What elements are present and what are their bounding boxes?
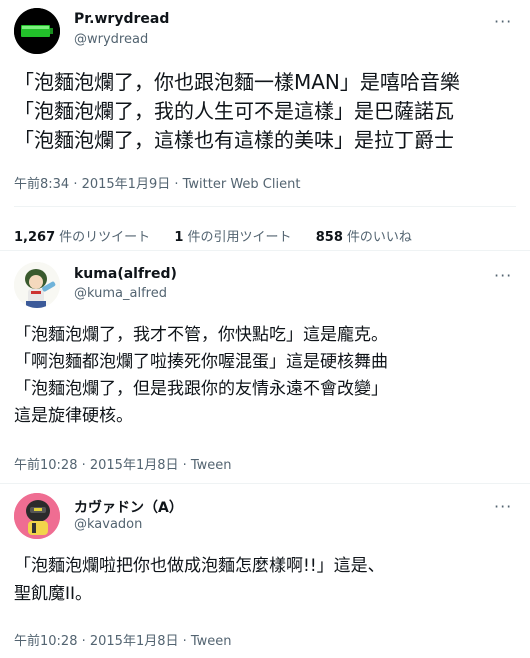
author-handle[interactable]: @kuma_alfred bbox=[74, 286, 167, 301]
divider bbox=[14, 206, 516, 207]
retweet-stat[interactable]: 1,267 件のリツイート bbox=[14, 230, 150, 245]
like-stat[interactable]: 858 件のいいね bbox=[316, 230, 412, 245]
divider bbox=[0, 483, 530, 484]
tweet-text-line: 「泡麵泡爛了，我的人生可不是這樣」是巴薩諾瓦 bbox=[14, 99, 454, 123]
author-name[interactable]: カヴァドン（A） bbox=[74, 497, 183, 517]
avatar-kavadon[interactable] bbox=[14, 493, 60, 539]
tweet-text-line: 「啊泡麵都泡爛了啦揍死你喔混蛋」這是硬核舞曲 bbox=[14, 352, 388, 372]
like-label: 件のいいね bbox=[346, 230, 412, 245]
tweet-text-line: 「泡麵泡爛了，我才不管，你快點吃」這是龐克。 bbox=[14, 325, 388, 345]
author-name[interactable]: kuma(alfred) bbox=[74, 266, 177, 282]
tweet-timestamp[interactable]: 午前8:34 · 2015年1月9日 · Twitter Web Client bbox=[14, 173, 300, 192]
tweet-text-line: 「泡麵泡爛了，你也跟泡麵一樣MAN」是嘻哈音樂 bbox=[14, 70, 460, 94]
tweet-text-line: 「泡麵泡爛了，這樣也有這樣的美味」是拉丁爵士 bbox=[14, 128, 454, 152]
divider bbox=[0, 250, 530, 251]
more-icon[interactable]: ··· bbox=[494, 497, 512, 516]
retweet-label: 件のリツイート bbox=[59, 230, 151, 245]
quote-label: 件の引用ツイート bbox=[187, 230, 292, 245]
battery-avatar-icon bbox=[14, 8, 60, 54]
anime-girl-avatar-icon bbox=[14, 262, 60, 308]
avatar-kuma-alfred[interactable] bbox=[14, 262, 60, 308]
tweet-stats: 1,267 件のリツイート 1 件の引用ツイート 858 件のいいね bbox=[14, 226, 412, 245]
tweet-text-line: 這是旋律硬核。 bbox=[14, 406, 133, 426]
quote-stat[interactable]: 1 件の引用ツイート bbox=[174, 230, 291, 245]
author-handle[interactable]: @wrydread bbox=[74, 32, 148, 47]
avatar-wrydread[interactable] bbox=[14, 8, 60, 54]
tweet-timestamp[interactable]: 午前10:28 · 2015年1月8日 · Tween bbox=[14, 454, 232, 473]
helmet-avatar-icon bbox=[14, 493, 60, 539]
tweet-text-line: 「泡麵泡爛了，但是我跟你的友情永遠不會改變」 bbox=[14, 379, 388, 399]
tweet-text-line: 聖飢魔II。 bbox=[14, 584, 93, 604]
tweet-timestamp[interactable]: 午前10:28 · 2015年1月8日 · Tween bbox=[14, 630, 232, 649]
like-count: 858 bbox=[315, 230, 343, 245]
more-icon[interactable]: ··· bbox=[494, 266, 512, 285]
tweet-text-line: 「泡麵泡爛啦把你也做成泡麵怎麼樣啊!!」這是、 bbox=[14, 556, 385, 576]
retweet-count: 1,267 bbox=[14, 230, 56, 245]
author-handle[interactable]: @kavadon bbox=[74, 517, 142, 532]
more-icon[interactable]: ··· bbox=[494, 12, 512, 31]
author-name[interactable]: Pr.wrydread bbox=[74, 11, 169, 27]
quote-count: 1 bbox=[174, 230, 184, 245]
